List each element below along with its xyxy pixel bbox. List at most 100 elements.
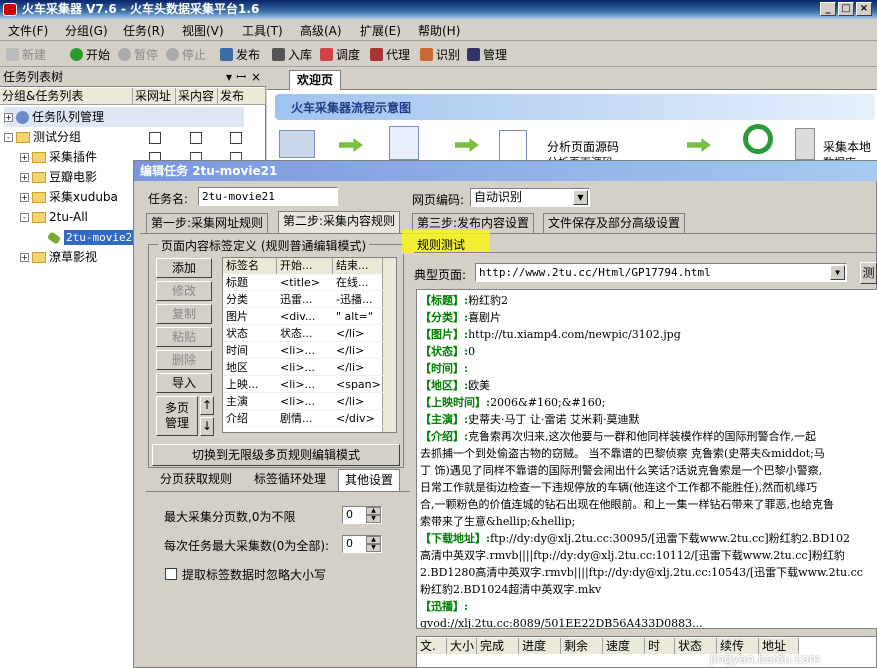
- menu-help[interactable]: 帮助(H): [418, 22, 460, 39]
- grid-cell-start[interactable]: 迅雷...: [277, 292, 333, 308]
- menu-view[interactable]: 视图(V): [182, 22, 224, 39]
- start-button[interactable]: 开始: [70, 45, 110, 63]
- grid-cell-start[interactable]: <li>...: [277, 343, 333, 359]
- pause-button[interactable]: 暂停: [118, 45, 158, 63]
- menu-advanced[interactable]: 高级(A): [300, 22, 342, 39]
- publish-button[interactable]: 发布: [220, 45, 260, 63]
- column-header-publish[interactable]: 发布: [218, 88, 266, 105]
- menu-group[interactable]: 分组(G): [65, 22, 108, 39]
- grid-cell-name[interactable]: 介绍: [223, 411, 277, 427]
- content-checkbox[interactable]: [190, 132, 202, 144]
- close-button[interactable]: ×: [856, 2, 872, 16]
- import-rules-button[interactable]: 导入: [156, 373, 212, 393]
- add-button[interactable]: 添加: [156, 258, 212, 278]
- delete-button[interactable]: 删除: [156, 350, 212, 370]
- recognize-button[interactable]: 识别: [420, 45, 460, 63]
- grid-cell-end[interactable]: </li>: [333, 326, 383, 342]
- grid-cell-end[interactable]: </li>: [333, 360, 383, 376]
- expand-icon[interactable]: +: [20, 153, 29, 162]
- chevron-down-icon[interactable]: ▼: [573, 190, 588, 205]
- import-button[interactable]: 入库: [272, 45, 312, 63]
- column-header-url[interactable]: 采网址: [133, 88, 176, 105]
- typical-page-url-input[interactable]: http://www.2tu.cc/Html/GP17794.html ▼: [475, 263, 847, 282]
- new-button[interactable]: 新建: [6, 45, 46, 63]
- grid-cell-name[interactable]: 图片: [223, 309, 277, 325]
- subtab-paging[interactable]: 分页获取规则: [148, 469, 244, 491]
- menu-tools[interactable]: 工具(T): [242, 22, 283, 39]
- chevron-down-icon[interactable]: ▼: [830, 265, 845, 280]
- grid-scrollbar[interactable]: [382, 258, 396, 432]
- grid-cell-end[interactable]: <span>: [333, 377, 383, 393]
- task-name-input[interactable]: 2tu-movie21: [198, 187, 338, 206]
- ignore-case-checkbox[interactable]: [165, 568, 177, 580]
- grid-cell-start[interactable]: <div...: [277, 309, 333, 325]
- tree-item-xuduba[interactable]: + 采集xuduba: [20, 187, 118, 207]
- stepper-down-icon[interactable]: ▼: [366, 544, 381, 552]
- grid-header-end[interactable]: 结束...: [333, 258, 383, 274]
- manage-button[interactable]: 管理: [467, 45, 507, 63]
- max-count-stepper[interactable]: 0 ▲ ▼: [342, 535, 382, 553]
- grid-cell-start[interactable]: 剧情...: [277, 411, 333, 427]
- tab-file-settings[interactable]: 文件保存及部分高级设置: [543, 213, 686, 233]
- status-column-header[interactable]: 速度: [603, 638, 645, 654]
- grid-cell-name[interactable]: 主演: [223, 394, 277, 410]
- stepper-up-icon[interactable]: ▲: [366, 507, 381, 515]
- grid-cell-end[interactable]: </div>: [333, 411, 383, 427]
- status-column-header[interactable]: 进度: [519, 638, 561, 654]
- tree-item-2tu-all[interactable]: -2tu-All: [20, 207, 88, 227]
- rule-test-preview[interactable]: 【标题】:粉红豹2 【分类】:喜剧片 【图片】:http://tu.xiamp4.c…: [416, 289, 877, 629]
- grid-cell-name[interactable]: 地区: [223, 360, 277, 376]
- menu-extensions[interactable]: 扩展(E): [360, 22, 401, 39]
- grid-cell-name[interactable]: 上映...: [223, 377, 277, 393]
- encoding-select[interactable]: 自动识别 ▼: [470, 188, 590, 207]
- expand-icon[interactable]: +: [20, 253, 29, 262]
- panel-close-icon[interactable]: ×: [251, 68, 261, 87]
- minimize-button[interactable]: _: [820, 2, 836, 16]
- grid-cell-start[interactable]: 状态...: [277, 326, 333, 342]
- maximize-button[interactable]: □: [838, 2, 854, 16]
- edit-button[interactable]: 修改: [156, 281, 212, 301]
- tree-item-queue[interactable]: + 任务队列管理: [4, 107, 244, 127]
- panel-dropdown-icon[interactable]: ▾: [226, 68, 232, 87]
- schedule-button[interactable]: 调度: [320, 45, 360, 63]
- subtab-other[interactable]: 其他设置: [338, 469, 400, 491]
- status-column-header[interactable]: 时: [645, 638, 675, 654]
- url-checkbox[interactable]: [149, 132, 161, 144]
- status-column-header[interactable]: 文.: [417, 638, 447, 654]
- grid-header-start[interactable]: 开始...: [277, 258, 333, 274]
- multipage-manage-button[interactable]: 多页 管理: [156, 396, 198, 436]
- tree-item-liaocao[interactable]: + 潦草影视: [20, 247, 97, 267]
- switch-multilevel-button[interactable]: 切换到无限级多页规则编辑模式: [152, 444, 400, 466]
- publish-checkbox[interactable]: [230, 132, 242, 144]
- tab-welcome[interactable]: 欢迎页: [289, 70, 341, 90]
- column-header-tasks[interactable]: 分组&任务列表: [0, 88, 133, 105]
- grid-cell-name[interactable]: 标题: [223, 275, 277, 291]
- tree-item-plugins[interactable]: + 采集插件: [20, 147, 97, 167]
- grid-cell-start[interactable]: <li>...: [277, 360, 333, 376]
- stepper-up-icon[interactable]: ▲: [366, 536, 381, 544]
- tree-item-douban[interactable]: + 豆瓣电影: [20, 167, 97, 187]
- stop-button[interactable]: 停止: [166, 45, 206, 63]
- column-header-content[interactable]: 采内容: [176, 88, 218, 105]
- grid-cell-name[interactable]: 时间: [223, 343, 277, 359]
- tree-item-test-group[interactable]: - 测试分组: [4, 127, 81, 147]
- status-column-header[interactable]: 大小: [447, 638, 477, 654]
- tab-step2[interactable]: 第二步:采集内容规则: [278, 211, 401, 233]
- stepper-down-icon[interactable]: ▼: [366, 515, 381, 523]
- grid-cell-end[interactable]: </li>: [333, 343, 383, 359]
- max-pages-stepper[interactable]: 0 ▲ ▼: [342, 506, 382, 524]
- copy-button[interactable]: 复制: [156, 304, 212, 324]
- expand-icon[interactable]: +: [20, 193, 29, 202]
- move-up-button[interactable]: ↑: [200, 396, 214, 415]
- grid-cell-start[interactable]: <li>...: [277, 377, 333, 393]
- status-column-header[interactable]: 完成: [477, 638, 519, 654]
- grid-header-name[interactable]: 标签名: [223, 258, 277, 274]
- expand-icon[interactable]: +: [20, 173, 29, 182]
- expand-icon[interactable]: +: [4, 113, 13, 122]
- tab-step1[interactable]: 第一步:采集网址规则: [146, 213, 269, 233]
- tree-item-2tu-movie2[interactable]: 2tu-movie2: [46, 227, 135, 247]
- grid-cell-end[interactable]: 在线...: [333, 275, 383, 291]
- menu-task[interactable]: 任务(R): [123, 22, 165, 39]
- status-column-header[interactable]: 剩余: [561, 638, 603, 654]
- proxy-button[interactable]: 代理: [370, 45, 410, 63]
